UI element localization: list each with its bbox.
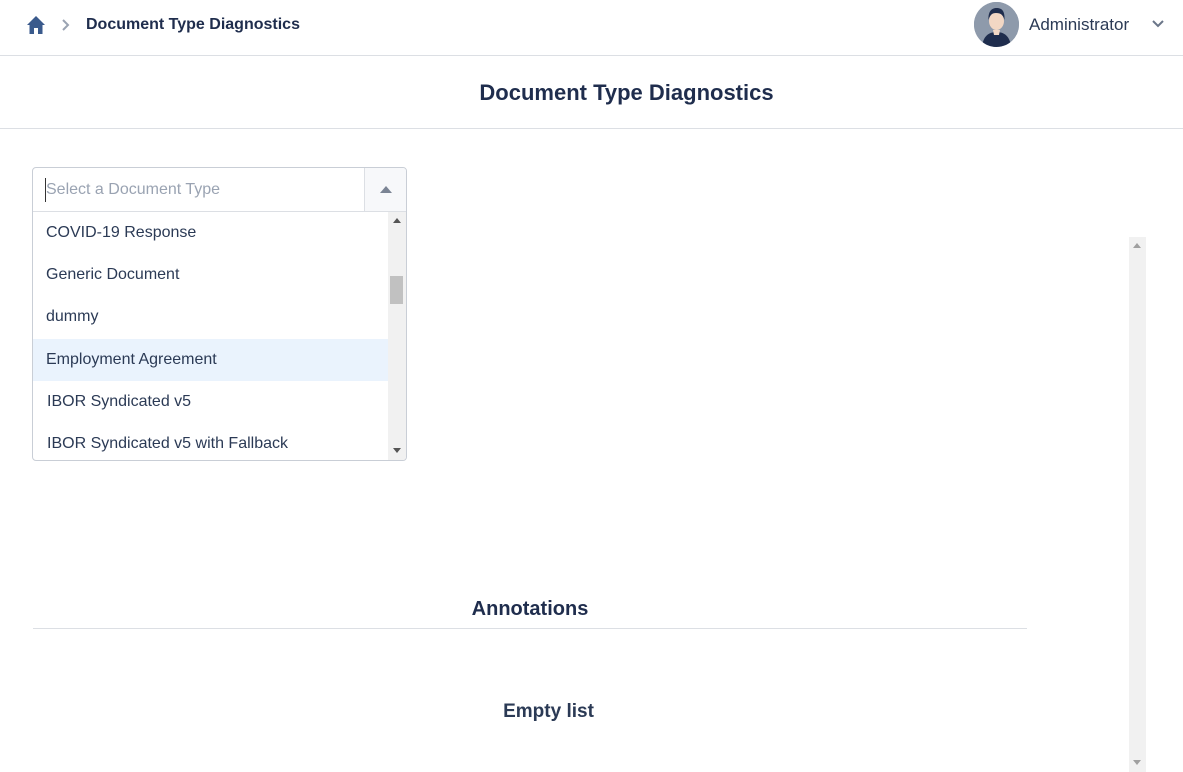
- options-scrollbar[interactable]: [388, 212, 406, 460]
- annotations-divider: [33, 628, 1027, 629]
- top-bar: Document Type Diagnostics Administrator: [0, 0, 1183, 56]
- document-type-select[interactable]: COVID-19 Response Generic Document dummy…: [32, 167, 407, 461]
- page-title: Document Type Diagnostics: [479, 80, 774, 105]
- empty-list-message: Empty list: [503, 701, 594, 722]
- user-avatar-icon[interactable]: [974, 2, 1019, 47]
- option-generic-document[interactable]: Generic Document: [33, 254, 388, 296]
- option-employment-agreement[interactable]: Employment Agreement: [33, 339, 388, 381]
- select-toggle-button[interactable]: [364, 168, 406, 211]
- page-header: Document Type Diagnostics: [0, 56, 1183, 129]
- scroll-down-arrow-icon[interactable]: [393, 448, 401, 453]
- scroll-down-arrow-icon[interactable]: [1133, 760, 1141, 765]
- option-ibor-syndicated-v5[interactable]: IBOR Syndicated v5: [33, 381, 388, 423]
- scroll-up-arrow-icon[interactable]: [1133, 243, 1141, 248]
- chevron-right-icon: [62, 19, 70, 31]
- breadcrumb-current: Document Type Diagnostics: [86, 16, 300, 33]
- scroll-up-arrow-icon[interactable]: [393, 218, 401, 223]
- user-name[interactable]: Administrator: [1029, 14, 1129, 36]
- caret-up-icon: [380, 186, 392, 193]
- page-scrollbar[interactable]: [1129, 237, 1146, 772]
- home-icon[interactable]: [26, 15, 46, 35]
- options-list[interactable]: COVID-19 Response Generic Document dummy…: [33, 212, 388, 460]
- annotations-title: Annotations: [471, 598, 589, 620]
- chevron-down-icon[interactable]: [1151, 18, 1165, 30]
- select-control[interactable]: [33, 168, 406, 212]
- option-ibor-syndicated-v5-with-fallback[interactable]: IBOR Syndicated v5 with Fallback: [33, 423, 388, 460]
- scroll-thumb[interactable]: [390, 276, 403, 304]
- document-type-search-input[interactable]: [45, 178, 355, 202]
- option-dummy[interactable]: dummy: [33, 296, 388, 338]
- option-covid-19-response[interactable]: COVID-19 Response: [33, 212, 388, 254]
